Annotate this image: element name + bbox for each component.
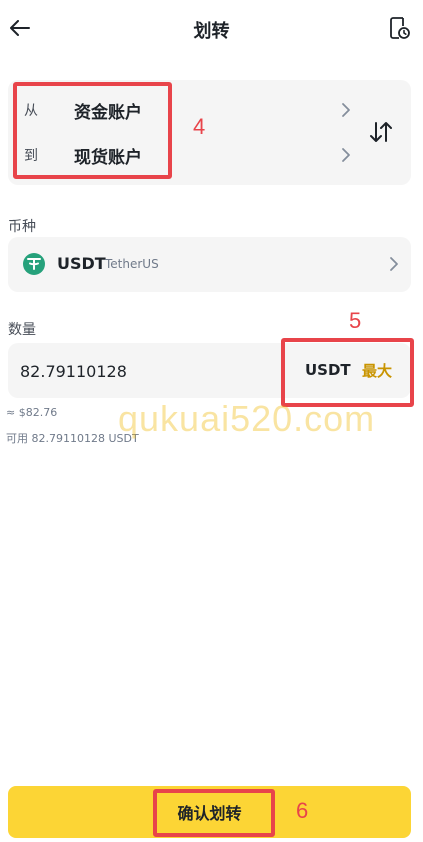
amount-section-label: 数量: [8, 322, 36, 338]
annotation-box-6: [153, 789, 275, 837]
watermark: qukuai520.com: [118, 398, 376, 439]
annotation-box-5: [281, 338, 414, 407]
coin-section-label: 币种: [8, 219, 36, 235]
chevron-right-icon: [340, 102, 352, 118]
annotation-number-5: 5: [349, 308, 362, 333]
coin-selector[interactable]: USDT TetherUS: [8, 237, 411, 292]
header: 划转: [0, 0, 423, 58]
coin-symbol: USDT: [57, 254, 106, 273]
coin-full-name: TetherUS: [105, 257, 159, 271]
annotation-number-4: 4: [193, 114, 206, 139]
usdt-coin-icon: [23, 253, 45, 275]
swap-accounts-icon[interactable]: [368, 118, 394, 146]
history-record-icon[interactable]: [389, 16, 411, 40]
chevron-right-icon: [340, 147, 352, 163]
amount-input[interactable]: [20, 357, 260, 385]
page-title: 划转: [193, 21, 230, 42]
chevron-right-icon: [388, 256, 400, 272]
fiat-value: ≈ $82.76: [6, 406, 58, 419]
annotation-number-6: 6: [296, 798, 309, 823]
annotation-box-4: [13, 82, 172, 179]
